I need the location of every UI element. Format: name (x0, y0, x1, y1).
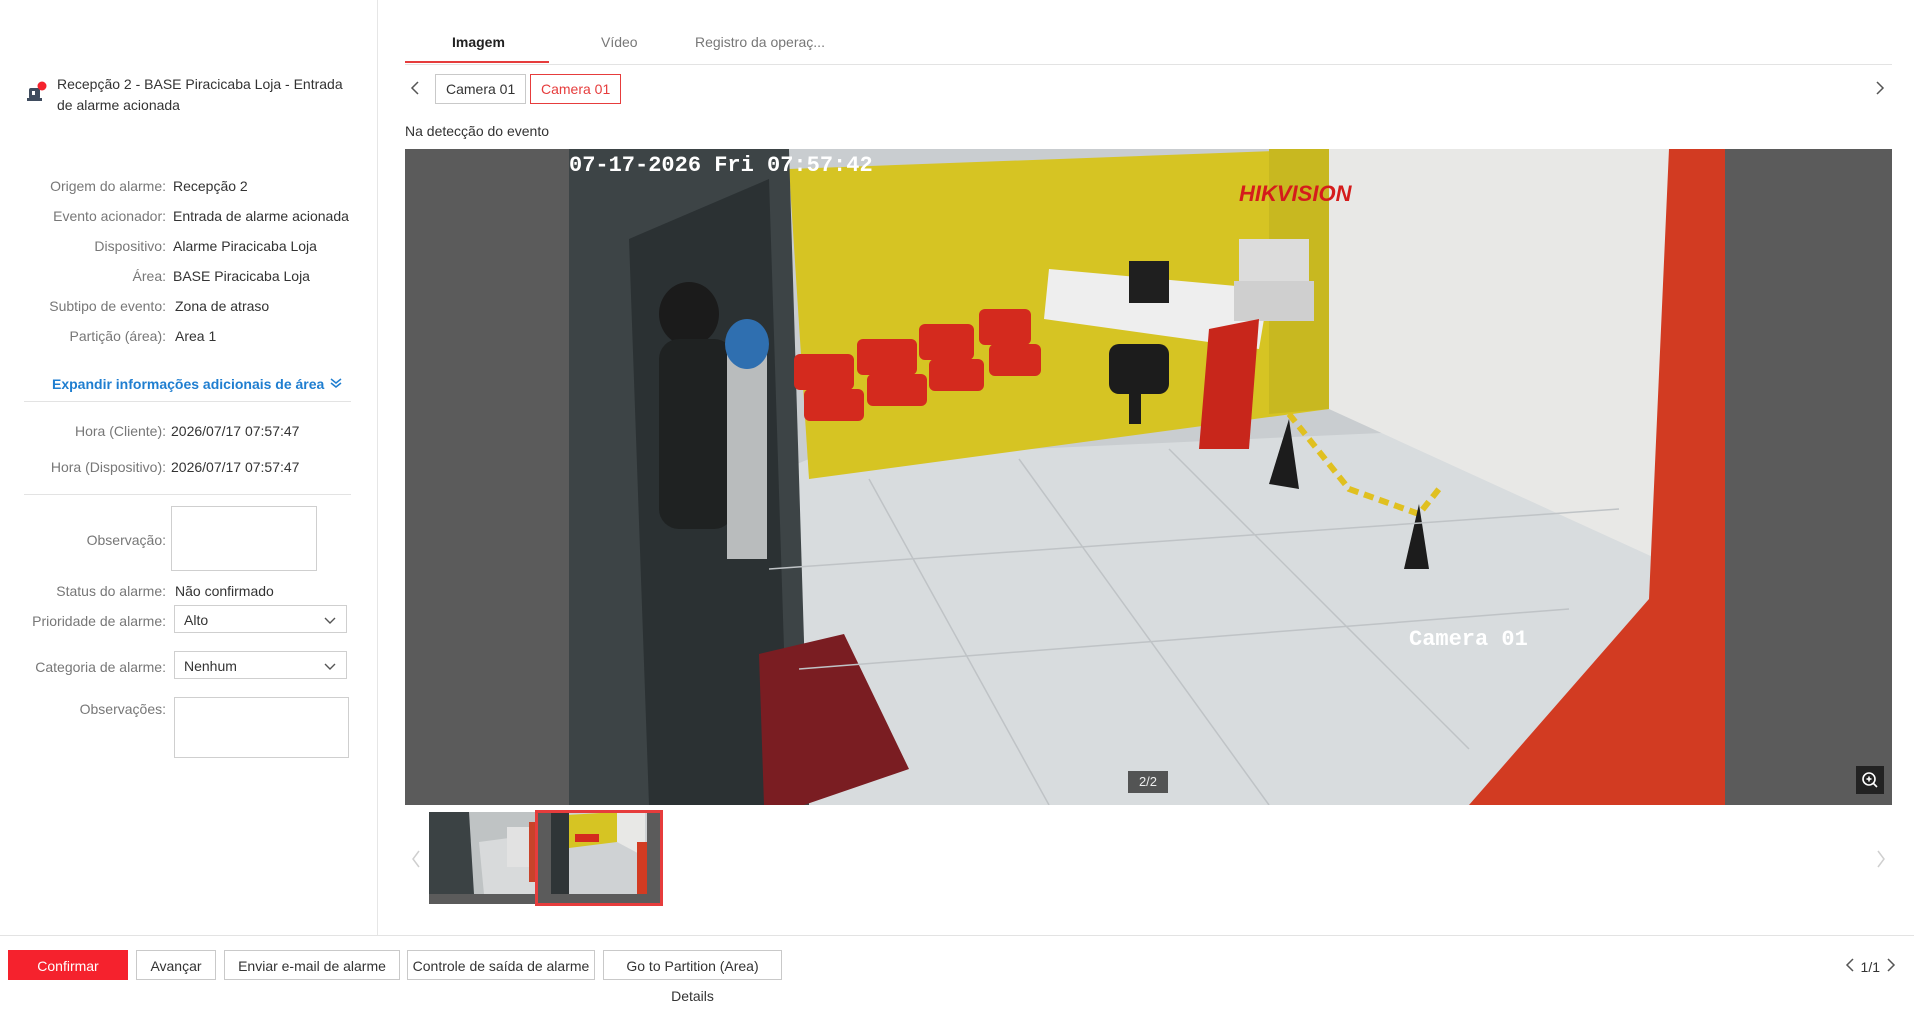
notes-textarea[interactable] (174, 697, 349, 758)
priority-label: Prioridade de alarme: (32, 613, 166, 629)
chevron-down-icon (324, 659, 336, 675)
detail-label: Dispositivo: (94, 238, 166, 254)
detail-row-area: Área: BASE Piracicaba Loja (0, 268, 377, 290)
detail-value: Alarme Piracicaba Loja (173, 238, 317, 254)
expand-area-info-label: Expandir informações adicionais de área (52, 376, 325, 392)
time-label: Hora (Cliente): (74, 423, 166, 439)
zoom-icon (1862, 772, 1878, 788)
osd-camera-label: Camera 01 (1409, 627, 1528, 652)
event-caption: Na detecção do evento (405, 123, 549, 139)
osd-brand-logo: HIKVISION (1239, 181, 1353, 206)
expand-area-info-link[interactable]: Expandir informações adicionais de área (52, 376, 342, 392)
camera-button[interactable]: Camera 01 (435, 74, 527, 104)
camera-button-selected[interactable]: Camera 01 (530, 74, 622, 104)
detail-label: Partição (área): (69, 328, 166, 344)
detail-row-partition: Partição (área): Area 1 (0, 328, 377, 350)
detail-row-device: Dispositivo: Alarme Piracicaba Loja (0, 238, 377, 260)
chevron-left-icon[interactable] (411, 850, 421, 871)
zoom-in-button[interactable] (1856, 766, 1884, 794)
detail-row-event-subtype: Subtipo de evento: Zona de atraso (0, 298, 377, 320)
divider (24, 401, 351, 402)
osd-timestamp: 07-17-2026 Fri 07:57:42 (569, 153, 873, 178)
category-label: Categoria de alarme: (35, 659, 166, 675)
alarm-status-value: Não confirmado (175, 583, 274, 599)
category-selected-value: Nenhum (184, 658, 237, 674)
priority-selected-value: Alto (184, 612, 209, 628)
time-value: 2026/07/17 07:57:47 (171, 459, 300, 475)
page-count: 1/1 (1860, 958, 1880, 975)
thumbnail-strip (405, 810, 1892, 908)
time-row-device: Hora (Dispositivo): 2026/07/17 07:57:47 (0, 459, 377, 481)
chevron-left-icon[interactable] (409, 81, 421, 98)
detail-value: Entrada de alarme acionada (173, 208, 349, 224)
detail-row-trigger-event: Evento acionador: Entrada de alarme acio… (0, 208, 377, 230)
detail-value: Recepção 2 (173, 178, 248, 194)
detail-label: Área: (132, 268, 166, 284)
alarm-output-control-button[interactable]: Controle de saída de alarme (407, 950, 595, 980)
chevron-right-icon[interactable] (1886, 958, 1896, 975)
tab-image[interactable]: Imagem (452, 34, 505, 50)
alarm-siren-icon (26, 80, 48, 102)
time-value: 2026/07/17 07:57:47 (171, 423, 300, 439)
detail-label: Evento acionador: (53, 208, 166, 224)
image-viewer[interactable]: 07-17-2026 Fri 07:57:42 HIKVISION Camera… (405, 149, 1892, 805)
detail-value: BASE Piracicaba Loja (173, 268, 310, 284)
camera-selector: Camera 01 Camera 01 (405, 74, 1892, 104)
confirm-button[interactable]: Confirmar (8, 950, 128, 980)
alarm-details-panel: Recepção 2 - BASE Piracicaba Loja - Entr… (0, 0, 378, 935)
alarm-header: Recepção 2 - BASE Piracicaba Loja - Entr… (26, 74, 351, 116)
send-alarm-email-button[interactable]: Enviar e-mail de alarme (224, 950, 400, 980)
thumbnail-2-selected[interactable] (535, 810, 663, 906)
detail-row-origin: Origem do alarme: Recepção 2 (0, 178, 377, 200)
chevron-right-icon[interactable] (1874, 81, 1886, 98)
category-select[interactable]: Nenhum (174, 651, 347, 679)
tab-video[interactable]: Vídeo (601, 34, 638, 50)
pagination: 1/1 (1845, 958, 1896, 975)
detail-value: Area 1 (175, 328, 217, 344)
observation-textarea[interactable] (171, 506, 317, 571)
active-tab-indicator (405, 61, 549, 63)
detail-label: Origem do alarme: (50, 178, 166, 194)
alarm-title: Recepção 2 - BASE Piracicaba Loja - Entr… (57, 76, 343, 113)
detail-label: Subtipo de evento: (49, 298, 166, 314)
media-tabs: Imagem Vídeo Registro da operaç... (405, 26, 1892, 65)
image-page-indicator: 2/2 (1128, 771, 1168, 793)
notes-label: Observações: (79, 701, 166, 717)
observation-label: Observação: (86, 532, 166, 548)
alarm-status-row: Status do alarme: Não confirmado (0, 583, 377, 605)
time-row-client: Hora (Cliente): 2026/07/17 07:57:47 (0, 423, 377, 445)
double-chevron-down-icon (330, 376, 342, 392)
camera-snapshot: 07-17-2026 Fri 07:57:42 HIKVISION Camera… (569, 149, 1725, 805)
chevron-left-icon[interactable] (1845, 958, 1855, 975)
detail-value: Zona de atraso (175, 298, 270, 314)
time-label: Hora (Dispositivo): (50, 459, 166, 475)
alarm-status-label: Status do alarme: (56, 583, 166, 599)
tab-operation-log[interactable]: Registro da operaç... (695, 34, 825, 50)
partition-details-button[interactable]: Go to Partition (Area) Details (603, 950, 782, 1004)
chevron-right-icon[interactable] (1876, 850, 1886, 871)
thumbnail-1[interactable] (429, 812, 553, 904)
next-button[interactable]: Avançar (136, 950, 216, 980)
divider (24, 494, 351, 495)
chevron-down-icon (324, 613, 336, 629)
priority-select[interactable]: Alto (174, 605, 347, 633)
action-footer: Confirmar Avançar Enviar e-mail de alarm… (0, 935, 1914, 1004)
